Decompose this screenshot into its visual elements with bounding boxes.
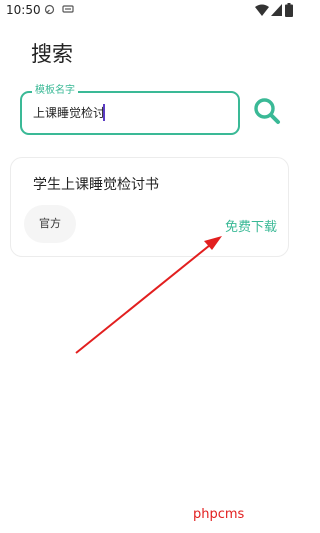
search-screen: 10:50 搜索 模板名字 上课睡觉检讨 学生上课睡觉检讨书 官方 免费下载 p… <box>0 0 300 533</box>
annotation-arrow <box>75 236 222 354</box>
watermark: phpcms <box>193 507 245 522</box>
